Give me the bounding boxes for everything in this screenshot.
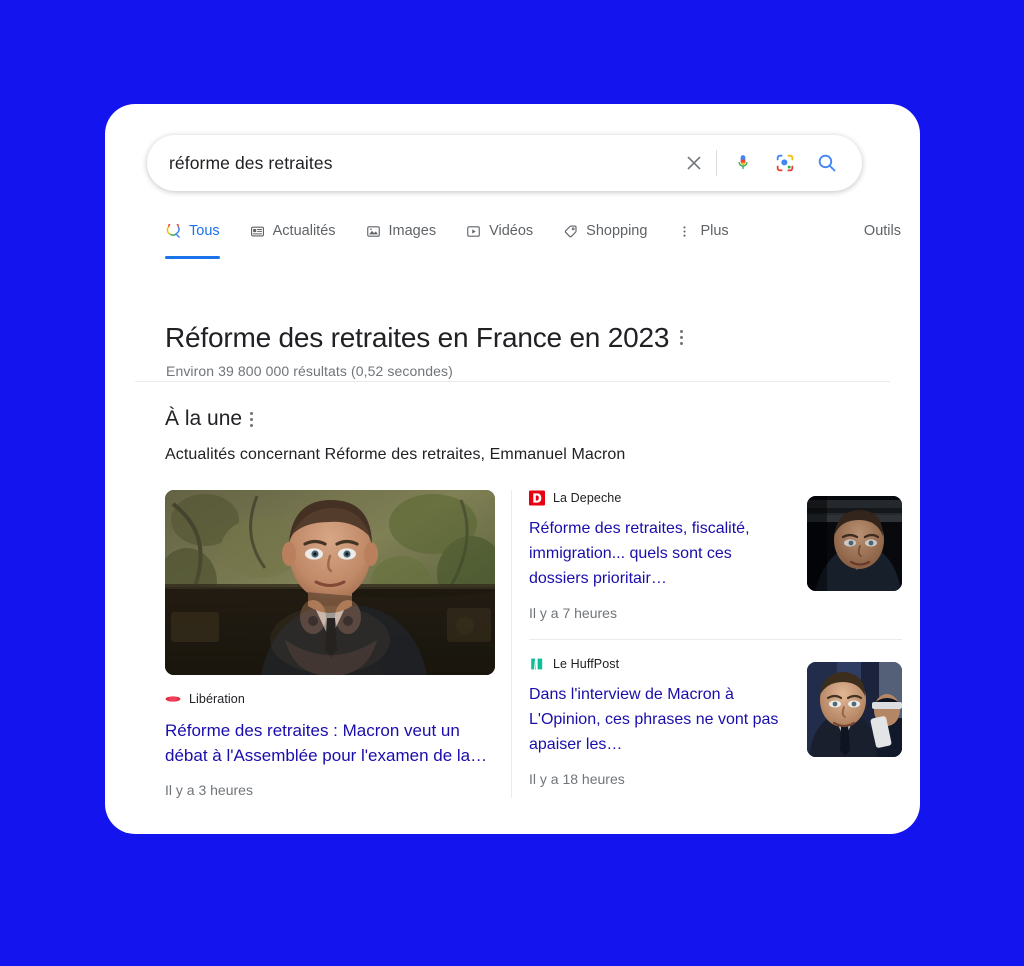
news-item-divider — [529, 639, 902, 640]
featured-story[interactable]: Libération Réforme des retraites : Macro… — [165, 490, 495, 798]
top-stories-title: À la une — [165, 407, 243, 430]
tab-tous[interactable]: Tous — [165, 212, 220, 259]
clear-search-button[interactable] — [677, 146, 711, 180]
voice-search-button[interactable] — [726, 146, 760, 180]
featured-story-image[interactable] — [165, 490, 495, 675]
news-timestamp: Il y a 7 heures — [529, 605, 617, 621]
news-list: La Depeche Réforme des retraites, fiscal… — [529, 490, 902, 798]
tab-label: Tous — [189, 223, 220, 239]
top-stories-options-icon[interactable] — [250, 411, 254, 427]
tag-icon — [562, 223, 579, 240]
tools-label: Outils — [863, 223, 901, 239]
tab-videos[interactable]: Vidéos — [465, 212, 533, 250]
tab-shopping[interactable]: Shopping — [562, 212, 647, 250]
top-stories-section: À la une Actualités concernant Réforme d… — [165, 407, 890, 464]
la-depeche-logo-icon — [529, 490, 545, 506]
top-stories-header: À la une — [165, 407, 890, 431]
page-title-options-icon[interactable] — [680, 330, 684, 346]
publisher-name: Libération — [189, 692, 245, 706]
tab-label: Shopping — [586, 223, 648, 239]
search-tabs: Tous Actualités Images Vidéos Shopping P… — [165, 212, 901, 259]
news-list-item[interactable]: Le HuffPost Dans l'interview de Macron à… — [529, 656, 902, 787]
macron-interview-photo — [165, 490, 495, 675]
kebab-icon — [676, 223, 693, 240]
page-title: Réforme des retraites en France en 2023 — [165, 322, 670, 353]
search-input[interactable] — [169, 152, 677, 174]
tab-images[interactable]: Images — [365, 212, 437, 250]
publisher-name: La Depeche — [553, 491, 622, 505]
news-headline[interactable]: Dans l'interview de Macron à L'Opinion, … — [529, 682, 793, 757]
liberation-logo-icon — [165, 691, 181, 707]
lens-search-button[interactable] — [768, 146, 802, 180]
image-icon — [365, 223, 382, 240]
featured-headline[interactable]: Réforme des retraites : Macron veut un d… — [165, 718, 495, 768]
search-results-card: Tous Actualités Images — [105, 104, 920, 834]
publisher-name: Le HuffPost — [553, 657, 620, 671]
news-timestamp: Il y a 18 heures — [529, 771, 625, 787]
microphone-icon — [738, 155, 748, 169]
tab-actualites[interactable]: Actualités — [249, 212, 336, 250]
news-publisher: Le HuffPost — [529, 656, 793, 672]
page-title-row: Réforme des retraites en France en 2023 — [165, 321, 684, 355]
news-publisher: La Depeche — [529, 490, 793, 506]
search-icon — [165, 223, 182, 240]
top-stories-subtitle: Actualités concernant Réforme des retrai… — [165, 446, 626, 463]
news-headline[interactable]: Réforme des retraites, fiscalité, immigr… — [529, 516, 793, 591]
tab-label: Plus — [700, 223, 729, 239]
news-icon — [249, 223, 266, 240]
search-submit-button[interactable] — [810, 146, 844, 180]
search-bar[interactable] — [147, 135, 862, 191]
close-icon — [687, 156, 701, 170]
news-column-divider — [511, 490, 512, 798]
news-list-item[interactable]: La Depeche Réforme des retraites, fiscal… — [529, 490, 902, 621]
section-divider — [135, 381, 890, 382]
featured-publisher: Libération — [165, 691, 495, 707]
macron-with-guard-photo — [807, 662, 902, 757]
search-icon — [818, 154, 836, 172]
tab-label: Actualités — [272, 223, 336, 239]
tab-label: Vidéos — [489, 223, 534, 239]
news-thumbnail[interactable] — [807, 662, 902, 757]
tab-label: Images — [388, 223, 437, 239]
result-stats: Environ 39 800 000 résultats (0,52 secon… — [166, 363, 453, 379]
news-grid: Libération Réforme des retraites : Macro… — [165, 490, 902, 798]
search-bar-divider — [716, 150, 717, 176]
featured-timestamp: Il y a 3 heures — [165, 782, 253, 798]
tab-plus[interactable]: Plus — [676, 212, 729, 250]
video-icon — [465, 223, 482, 240]
huffpost-logo-icon — [529, 656, 545, 672]
macron-in-car-photo — [807, 496, 902, 591]
tools-button[interactable]: Outils — [864, 212, 901, 250]
news-thumbnail[interactable] — [807, 496, 902, 591]
google-lens-icon — [776, 154, 794, 172]
